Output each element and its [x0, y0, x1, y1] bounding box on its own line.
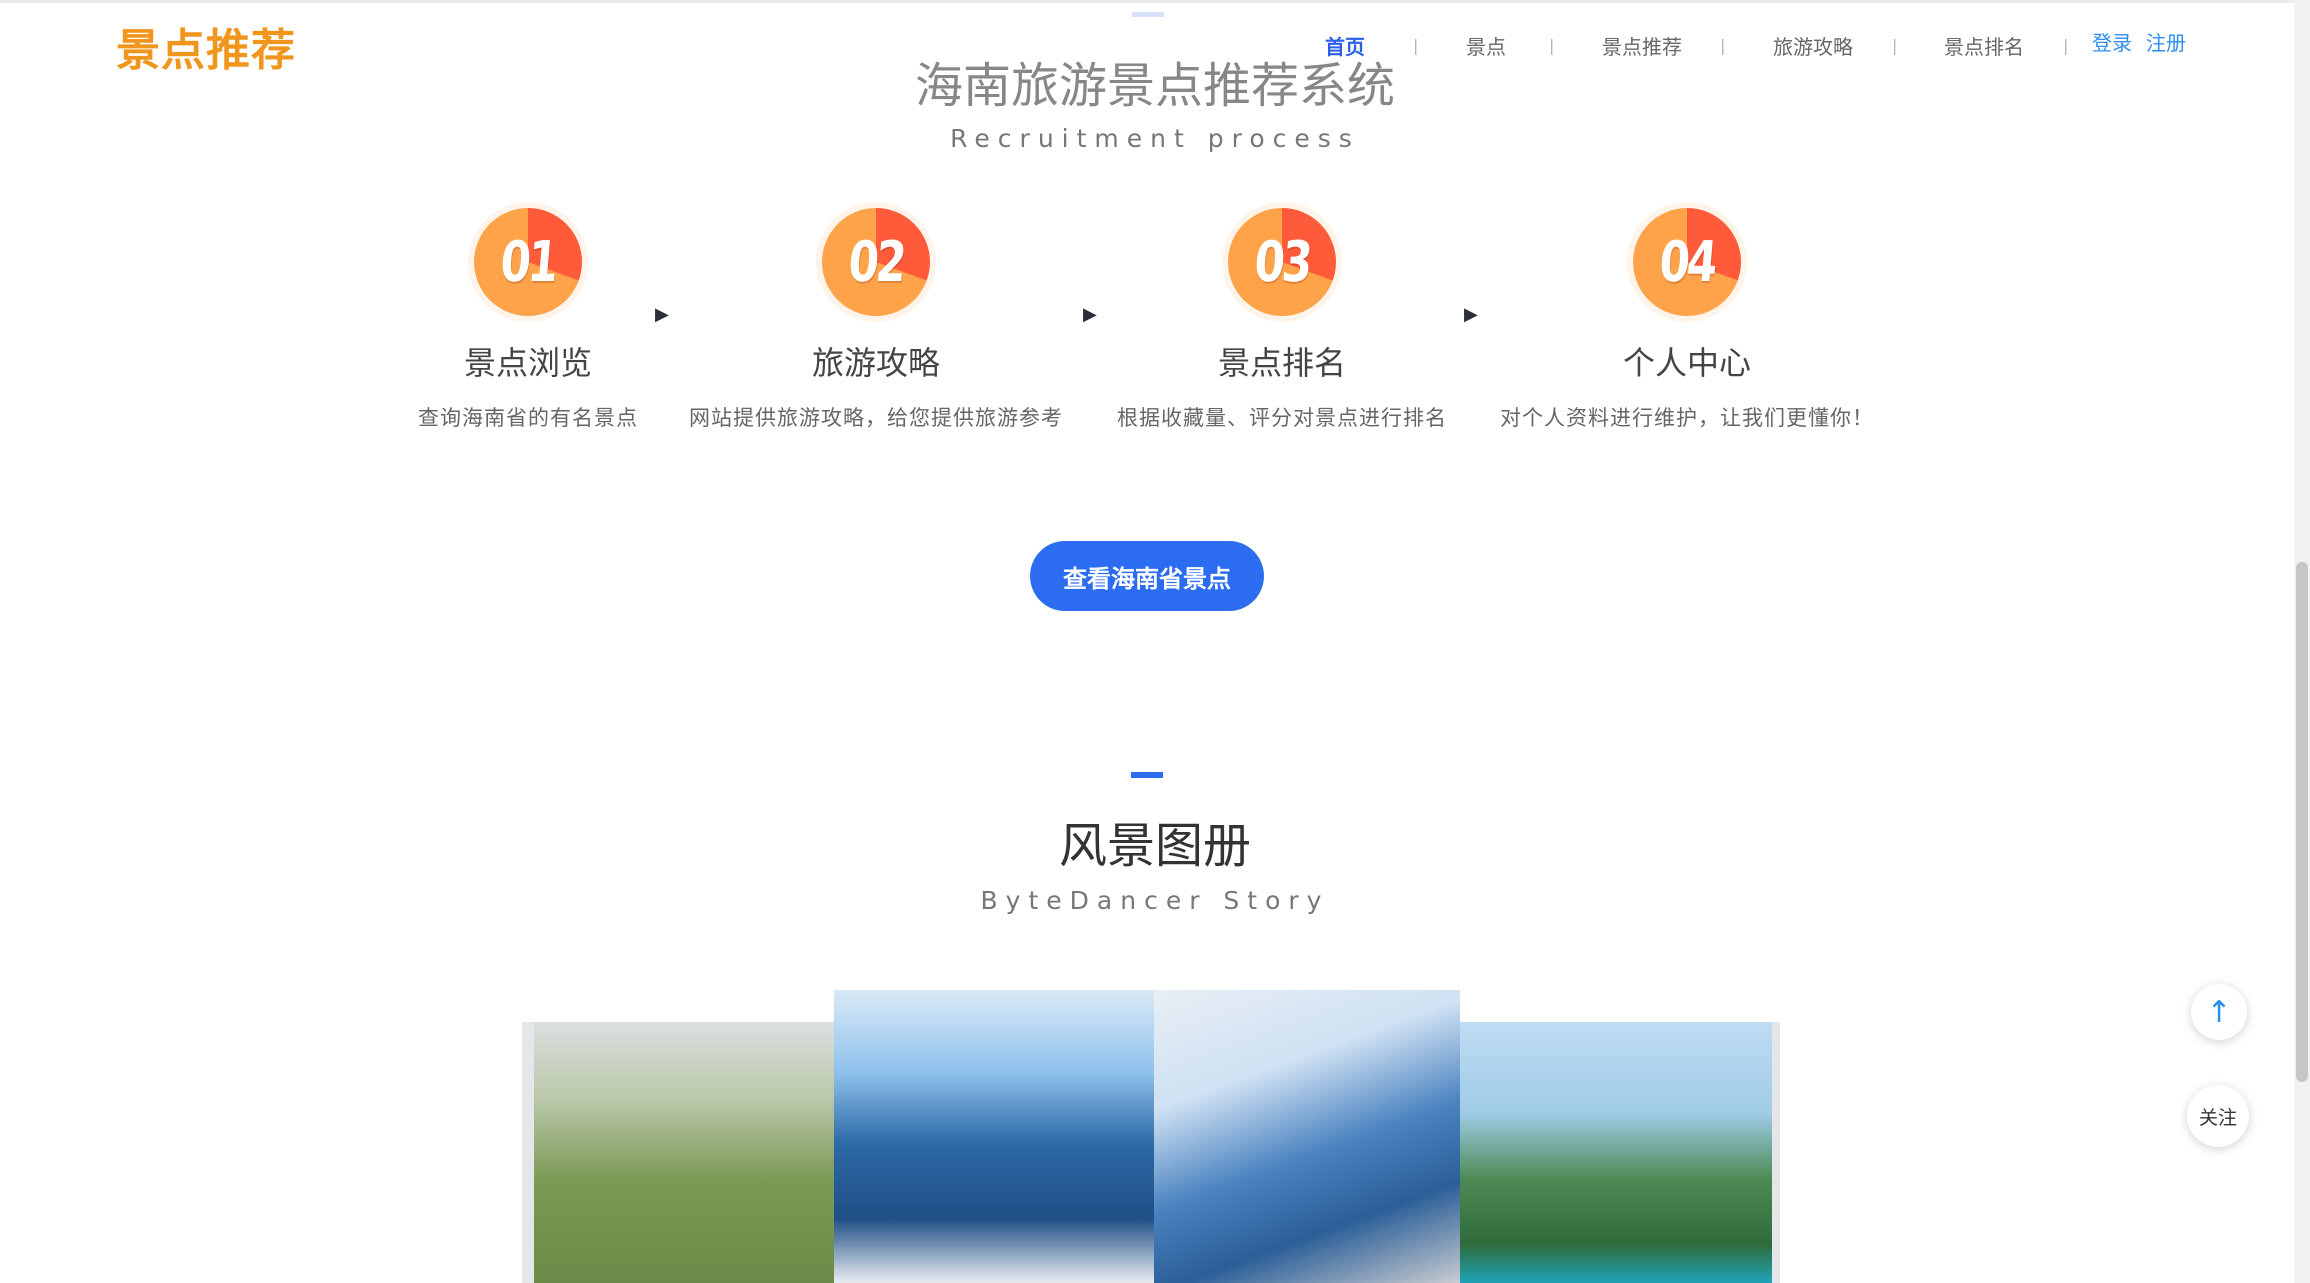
- gallery-photo[interactable]: [834, 990, 1154, 1283]
- up-arrow-icon: ↑: [2206, 994, 2232, 1030]
- step-number-badge: 02: [822, 208, 930, 316]
- step-description: 网站提供旅游攻略，给您提供旅游参考: [689, 406, 1063, 430]
- step-number: 01: [498, 229, 558, 295]
- section-accent-bar: [1131, 772, 1163, 778]
- step-number: 03: [1252, 229, 1312, 295]
- gallery-subtitle: ByteDancer Story: [980, 886, 1330, 915]
- gallery-photo[interactable]: [522, 1022, 846, 1283]
- step-2: 02 旅游攻略 网站提供旅游攻略，给您提供旅游参考: [676, 208, 1076, 432]
- step-number-badge: 03: [1228, 208, 1336, 316]
- gallery-photo[interactable]: [1460, 1022, 1780, 1283]
- step-arrow-icon: ▶: [1464, 304, 1478, 325]
- follow-button[interactable]: 关注: [2187, 1085, 2249, 1147]
- step-title: 个人中心: [1622, 344, 1751, 382]
- step-description: 根据收藏量、评分对景点进行排名: [1117, 406, 1447, 430]
- gallery-photo[interactable]: [1154, 990, 1460, 1283]
- step-arrow-icon: ▶: [655, 304, 669, 325]
- step-number: 04: [1657, 229, 1717, 295]
- view-hainan-spots-button[interactable]: 查看海南省景点: [1030, 541, 1264, 611]
- section-title: 海南旅游景点推荐系统: [914, 58, 1395, 114]
- section-subtitle: Recruitment process: [950, 124, 1360, 153]
- step-title: 景点浏览: [463, 344, 592, 382]
- step-title: 景点排名: [1217, 344, 1346, 382]
- section-accent-bar: [1132, 12, 1164, 17]
- back-to-top-button[interactable]: ↑: [2191, 984, 2247, 1040]
- follow-label: 关注: [2198, 1106, 2237, 1129]
- gallery-title: 风景图册: [1058, 818, 1251, 874]
- step-4: 04 个人中心 对个人资料进行维护，让我们更懂你！: [1487, 208, 1887, 432]
- step-number-badge: 04: [1633, 208, 1741, 316]
- top-border: [0, 0, 2310, 3]
- scrollbar-thumb[interactable]: [2296, 562, 2308, 1082]
- step-3: 03 景点排名 根据收藏量、评分对景点进行排名: [1082, 208, 1482, 432]
- step-number-badge: 01: [474, 208, 582, 316]
- step-title: 旅游攻略: [811, 344, 940, 382]
- step-description: 查询海南省的有名景点: [418, 406, 638, 430]
- step-number: 02: [846, 229, 906, 295]
- step-description: 对个人资料进行维护，让我们更懂你！: [1500, 406, 1874, 430]
